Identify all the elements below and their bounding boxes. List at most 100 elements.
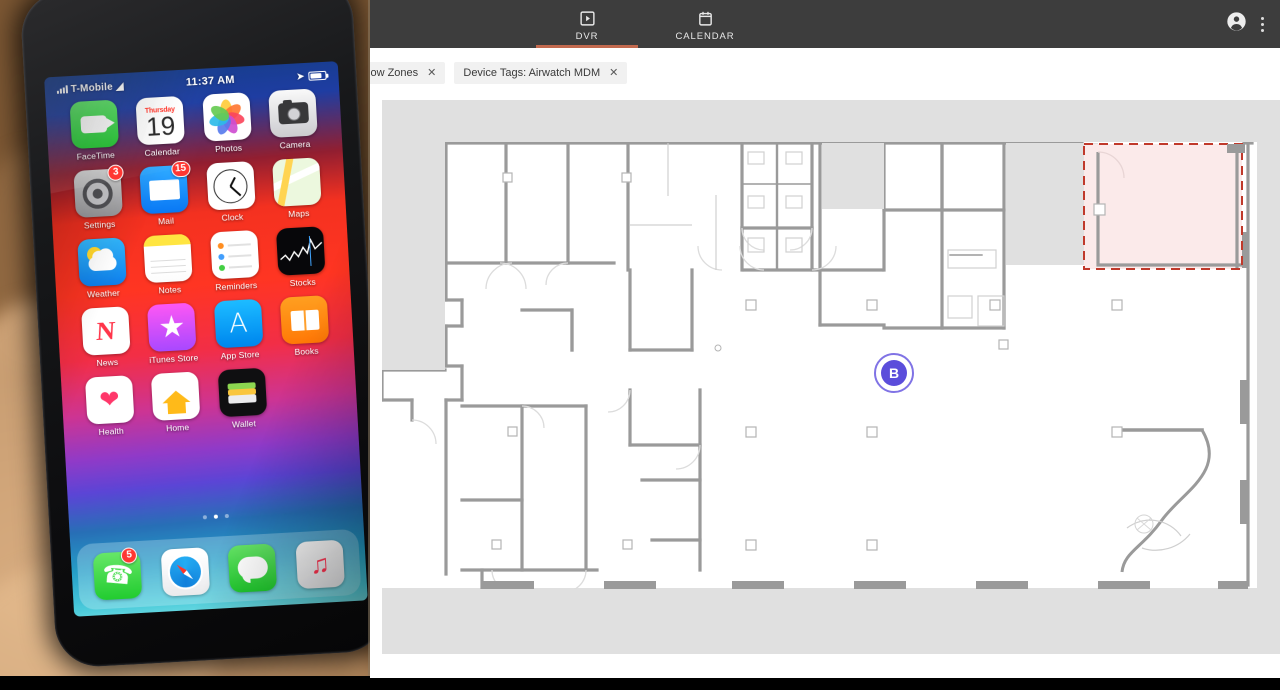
battery-icon — [308, 70, 327, 81]
messages-icon — [227, 542, 278, 593]
app-icon-stocks[interactable]: Stocks — [270, 226, 333, 289]
music-icon: ♫ — [295, 539, 345, 589]
dock-item-messages[interactable] — [227, 542, 278, 593]
app-topbar: DVR CALENDAR — [370, 0, 1280, 48]
news-icon: N — [80, 306, 131, 356]
chip-label: Show Zones — [370, 67, 419, 79]
books-icon — [280, 295, 330, 345]
maps-icon — [272, 157, 322, 207]
weather-icon — [76, 237, 127, 287]
app-icon-camera[interactable]: Camera — [262, 88, 325, 151]
app-label: Settings — [83, 218, 116, 231]
app-label: Calendar — [144, 146, 181, 159]
floorplan-map[interactable]: B — [382, 100, 1280, 654]
home-screen-page-dots — [69, 506, 363, 526]
phone-clock-label: 11:37 AM — [185, 73, 235, 89]
app-label: Notes — [158, 284, 182, 296]
health-icon: ❤ — [84, 375, 135, 425]
page-dot[interactable] — [224, 513, 229, 519]
calendar-icon: Thursday 19 — [135, 95, 186, 146]
phone-screen: T-Mobile ◢ 11:37 AM ➤ FaceTime Thursday … — [44, 61, 368, 617]
reminders-icon — [209, 229, 260, 280]
filter-chip-bar: Show Zones ✕ Device Tags: Airwatch MDM ✕ — [370, 48, 1280, 98]
tab-label: DVR — [575, 31, 599, 42]
phone-dock: 5 ☎ ♫ — [76, 528, 362, 611]
camera-icon — [268, 88, 319, 138]
dock-item-music[interactable]: ♫ — [295, 539, 345, 589]
phone-camera-pane: T-Mobile ◢ 11:37 AM ➤ FaceTime Thursday … — [0, 0, 370, 676]
app-label: Home — [165, 422, 190, 434]
close-icon[interactable]: ✕ — [609, 67, 618, 79]
device-marker-b: B — [874, 353, 914, 393]
tab-dvr[interactable]: DVR — [528, 0, 646, 48]
topbar-tabs: DVR CALENDAR — [528, 0, 764, 48]
home-icon — [151, 371, 201, 421]
app-label: Health — [98, 425, 125, 438]
app-label: iTunes Store — [148, 352, 199, 366]
bottom-black-bar — [0, 678, 1280, 690]
app-icon-news[interactable]: N News — [74, 306, 137, 369]
safari-icon — [160, 546, 210, 597]
app-icon-reminders[interactable]: Reminders — [203, 229, 266, 293]
app-icon-app-store[interactable]: A App Store — [207, 298, 270, 361]
app-label: Wallet — [231, 418, 257, 430]
account-circle-icon[interactable] — [1226, 11, 1247, 37]
app-label: Reminders — [215, 279, 258, 293]
tab-label: CALENDAR — [675, 31, 735, 42]
carrier-label: T-Mobile — [70, 81, 114, 95]
more-vert-icon[interactable] — [1257, 11, 1268, 38]
page-dot-active[interactable] — [213, 514, 218, 519]
app-label: Weather — [86, 287, 121, 300]
app-icon-itunes-store[interactable]: ★ iTunes Store — [141, 302, 204, 365]
app-icon-facetime[interactable]: FaceTime — [63, 99, 126, 162]
app-icon-notes[interactable]: Notes — [137, 233, 200, 296]
app-icon-health[interactable]: ❤ Health — [78, 375, 141, 438]
topbar-actions — [1226, 0, 1280, 48]
cellular-bars-icon — [56, 85, 69, 94]
app-icon-books[interactable]: Books — [274, 295, 337, 358]
dock-item-phone[interactable]: 5 ☎ — [92, 546, 143, 600]
app-icon-photos[interactable]: Photos — [196, 92, 259, 155]
page-dot[interactable] — [202, 515, 208, 520]
app-slot-empty — [277, 364, 340, 427]
dock-item-safari[interactable] — [160, 546, 210, 597]
chip-label: Device Tags: Airwatch MDM — [463, 67, 601, 79]
app-label: Camera — [279, 138, 311, 151]
app-icon-settings[interactable]: 3 Settings — [67, 164, 130, 231]
app-icon-maps[interactable]: Maps — [266, 157, 329, 220]
app-label: Mail — [157, 215, 175, 227]
phone-app-grid: FaceTime Thursday 19 Calendar Photos Cam… — [46, 87, 358, 439]
wallet-icon — [217, 367, 268, 418]
app-icon-home[interactable]: Home — [145, 371, 208, 434]
app-icon-weather[interactable]: Weather — [70, 237, 133, 300]
location-arrow-icon: ➤ — [296, 70, 305, 81]
tab-calendar[interactable]: CALENDAR — [646, 0, 764, 48]
app-icon-clock[interactable]: Clock — [199, 161, 262, 224]
notes-icon — [143, 233, 193, 284]
photos-icon — [202, 92, 252, 142]
floorplan-svg: B — [382, 100, 1280, 654]
screenshot-root: T-Mobile ◢ 11:37 AM ➤ FaceTime Thursday … — [0, 0, 1280, 690]
facetime-icon — [69, 99, 119, 150]
app-label: Clock — [221, 211, 244, 223]
app-label: FaceTime — [76, 149, 116, 162]
dvr-icon — [579, 9, 596, 27]
app-icon-wallet[interactable]: Wallet — [211, 367, 274, 430]
stocks-icon — [276, 226, 326, 276]
app-label: News — [96, 356, 119, 369]
phone-device-body: T-Mobile ◢ 11:37 AM ➤ FaceTime Thursday … — [19, 0, 370, 669]
calendar-icon — [697, 9, 714, 27]
app-store-icon: A — [213, 298, 264, 349]
device-marker-label: B — [889, 365, 899, 381]
zone-overlay-top — [1083, 143, 1245, 270]
filter-chip-show-zones[interactable]: Show Zones ✕ — [370, 62, 446, 84]
calendar-day-number: 19 — [145, 109, 176, 142]
app-icon-mail[interactable]: 15 Mail — [133, 160, 196, 227]
app-label: Stocks — [289, 276, 317, 289]
close-icon[interactable]: ✕ — [427, 67, 436, 79]
badge-count: 3 — [107, 164, 125, 182]
app-icon-calendar[interactable]: Thursday 19 Calendar — [129, 95, 192, 158]
filter-chip-device-tags[interactable]: Device Tags: Airwatch MDM ✕ — [454, 62, 628, 84]
web-app-pane: DVR CALENDAR ow Zones ✕ Device Tags: Air… — [370, 0, 1280, 676]
itunes-store-icon: ★ — [147, 302, 197, 353]
